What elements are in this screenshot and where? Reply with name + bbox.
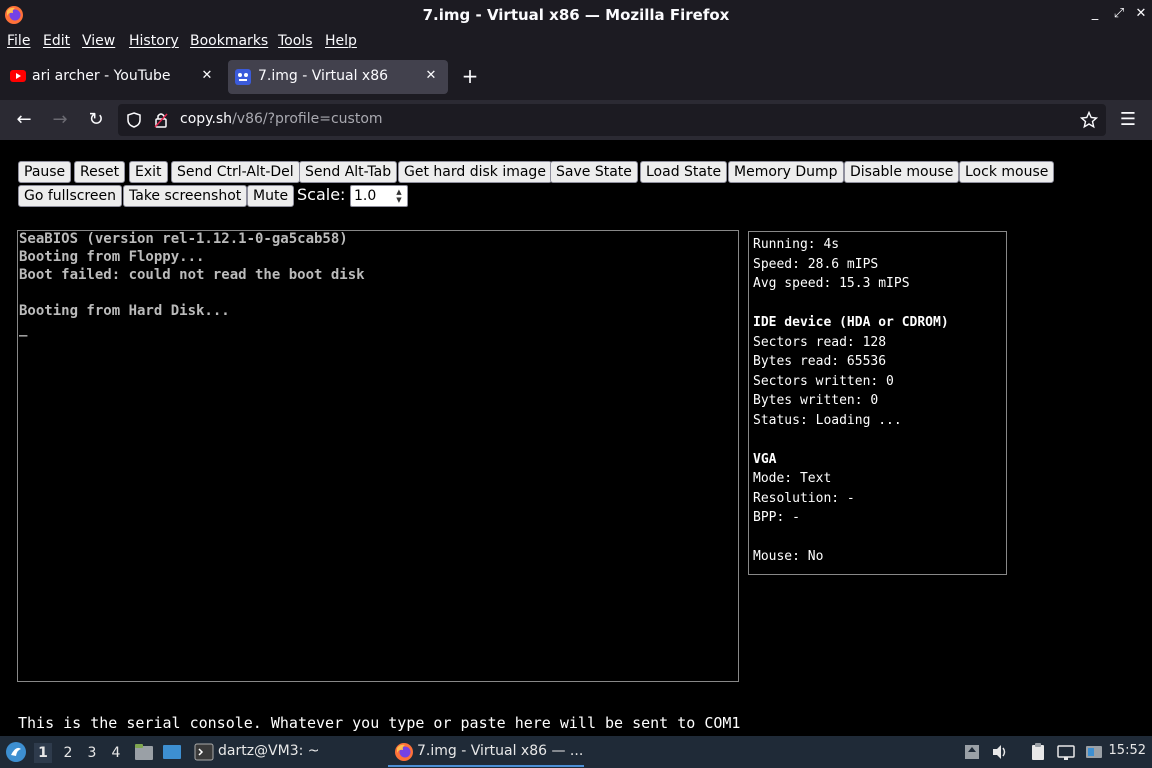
- menu-file[interactable]: File: [7, 33, 30, 49]
- menu-view[interactable]: View: [82, 33, 115, 49]
- screen-line: SeaBIOS (version rel-1.12.1-0-ga5cab58): [19, 231, 348, 247]
- lock-icon[interactable]: [154, 112, 168, 128]
- workspace-3[interactable]: 3: [83, 743, 101, 763]
- reset-button[interactable]: Reset: [74, 161, 126, 183]
- avg-speed: Avg speed: 15.3 mIPS: [753, 276, 910, 291]
- menu-tools[interactable]: Tools: [278, 33, 313, 49]
- desktop-icon[interactable]: [162, 742, 182, 762]
- workspace-2[interactable]: 2: [59, 743, 77, 763]
- taskbar: 1 2 3 4 dartz@VM3: ~ 7.img - Virtual x86…: [0, 736, 1152, 768]
- start-menu-icon[interactable]: [5, 741, 27, 763]
- serial-console-text: This is the serial console. Whatever you…: [18, 714, 741, 732]
- save-state-button[interactable]: Save State: [550, 161, 638, 183]
- maximize-icon[interactable]: ⤢: [1110, 5, 1128, 23]
- menu-bookmarks[interactable]: Bookmarks: [190, 33, 268, 49]
- vga-bpp: BPP: -: [753, 510, 800, 525]
- firefox-task-icon: [395, 743, 413, 761]
- tab-label: 7.img - Virtual x86: [258, 68, 389, 84]
- clipboard-icon[interactable]: [1028, 742, 1048, 762]
- file-manager-icon[interactable]: [134, 742, 154, 762]
- tab-v86[interactable]: 7.img - Virtual x86 ✕: [228, 60, 448, 94]
- minimize-icon[interactable]: _: [1086, 5, 1104, 23]
- send-ctrl-alt-del-button[interactable]: Send Ctrl-Alt-Del: [171, 161, 300, 183]
- close-window-icon[interactable]: ✕: [1132, 5, 1150, 23]
- close-tab-icon[interactable]: ✕: [198, 67, 216, 85]
- screen-line: Boot failed: could not read the boot dis…: [19, 267, 365, 283]
- navigation-bar: ← → ↻ copy.sh/v86/?profile=custom ☰: [0, 100, 1152, 140]
- menu-history[interactable]: History: [129, 33, 179, 49]
- active-task-indicator: [388, 765, 584, 767]
- ide-heading: IDE device (HDA or CDROM): [753, 315, 949, 330]
- v86-icon: [235, 69, 251, 85]
- terminal-task-label[interactable]: dartz@VM3: ~: [218, 743, 320, 759]
- lock-mouse-button[interactable]: Lock mouse: [959, 161, 1055, 183]
- disable-mouse-button[interactable]: Disable mouse: [844, 161, 960, 183]
- forward-icon[interactable]: →: [48, 108, 72, 132]
- menu-help[interactable]: Help: [325, 33, 357, 49]
- url-host: copy.sh: [180, 111, 233, 127]
- speed: Speed: 28.6 mIPS: [753, 257, 879, 272]
- volume-icon[interactable]: [990, 742, 1010, 762]
- bookmark-star-icon[interactable]: [1080, 111, 1098, 129]
- tab-youtube[interactable]: ari archer - YouTube ✕: [2, 60, 224, 94]
- youtube-icon: [10, 70, 26, 82]
- mouse-status: Mouse: No: [753, 549, 824, 564]
- sectors-written: Sectors written: 0: [753, 374, 894, 389]
- mute-button[interactable]: Mute: [247, 185, 295, 207]
- pause-button[interactable]: Pause: [18, 161, 72, 183]
- vga-resolution: Resolution: -: [753, 491, 855, 506]
- tab-bar: ari archer - YouTube ✕ 7.img - Virtual x…: [0, 54, 1152, 100]
- take-screenshot-button[interactable]: Take screenshot: [123, 185, 248, 207]
- disk-status: Status: Loading ...: [753, 413, 902, 428]
- terminal-icon: [194, 743, 214, 761]
- firefox-task-label[interactable]: 7.img - Virtual x86 — ...: [417, 743, 583, 759]
- emulator-screen[interactable]: SeaBIOS (version rel-1.12.1-0-ga5cab58) …: [17, 230, 739, 682]
- back-icon[interactable]: ←: [12, 108, 36, 132]
- workspace-1[interactable]: 1: [34, 743, 52, 763]
- shield-icon[interactable]: [126, 112, 142, 128]
- clock: 15:52: [1108, 743, 1146, 758]
- network-icon[interactable]: [1056, 742, 1076, 762]
- sectors-read: Sectors read: 128: [753, 335, 887, 350]
- vga-heading: VGA: [753, 452, 777, 467]
- scale-label: Scale:: [297, 185, 346, 204]
- bytes-written: Bytes written: 0: [753, 393, 879, 408]
- hamburger-menu-icon[interactable]: ☰: [1116, 108, 1140, 132]
- send-alt-tab-button[interactable]: Send Alt-Tab: [299, 161, 398, 183]
- page-content: Pause Reset Exit Send Ctrl-Alt-Del Send …: [0, 140, 1152, 736]
- menu-bar: File Edit View History Bookmarks Tools H…: [0, 30, 1152, 54]
- vga-mode: Mode: Text: [753, 471, 832, 486]
- url-bar[interactable]: copy.sh/v86/?profile=custom: [118, 104, 1106, 136]
- exit-button[interactable]: Exit: [129, 161, 168, 183]
- load-state-button[interactable]: Load State: [640, 161, 728, 183]
- scale-value: 1.0: [354, 188, 377, 204]
- window-title: 7.img - Virtual x86 — Mozilla Firefox: [422, 6, 730, 24]
- menu-edit[interactable]: Edit: [43, 33, 70, 49]
- tray-upload-icon[interactable]: [962, 742, 982, 762]
- serial-console[interactable]: This is the serial console. Whatever you…: [17, 713, 1042, 736]
- display-icon[interactable]: [1084, 742, 1104, 762]
- window-titlebar: 7.img - Virtual x86 — Mozilla Firefox _ …: [0, 0, 1152, 30]
- running-time: Running: 4s: [753, 237, 840, 252]
- go-fullscreen-button[interactable]: Go fullscreen: [18, 185, 122, 207]
- url-path: /v86/?profile=custom: [232, 111, 383, 127]
- screen-line: Booting from Hard Disk...: [19, 303, 230, 319]
- close-tab-icon[interactable]: ✕: [422, 67, 440, 85]
- reload-icon[interactable]: ↻: [84, 108, 108, 132]
- workspace-4[interactable]: 4: [107, 743, 125, 763]
- info-panel: Running: 4s Speed: 28.6 mIPS Avg speed: …: [748, 231, 1007, 575]
- get-hard-disk-image-button[interactable]: Get hard disk image: [398, 161, 552, 183]
- spinner-arrows-icon[interactable]: ▲ ▼: [393, 188, 405, 204]
- scale-input[interactable]: 1.0 ▲ ▼: [350, 185, 408, 207]
- memory-dump-button[interactable]: Memory Dump: [728, 161, 844, 183]
- new-tab-icon[interactable]: +: [460, 64, 480, 88]
- url-text[interactable]: copy.sh/v86/?profile=custom: [180, 111, 383, 127]
- screen-cursor: _: [19, 321, 28, 337]
- tab-label: ari archer - YouTube: [32, 68, 171, 84]
- bytes-read: Bytes read: 65536: [753, 354, 887, 369]
- screen-line: Booting from Floppy...: [19, 249, 205, 265]
